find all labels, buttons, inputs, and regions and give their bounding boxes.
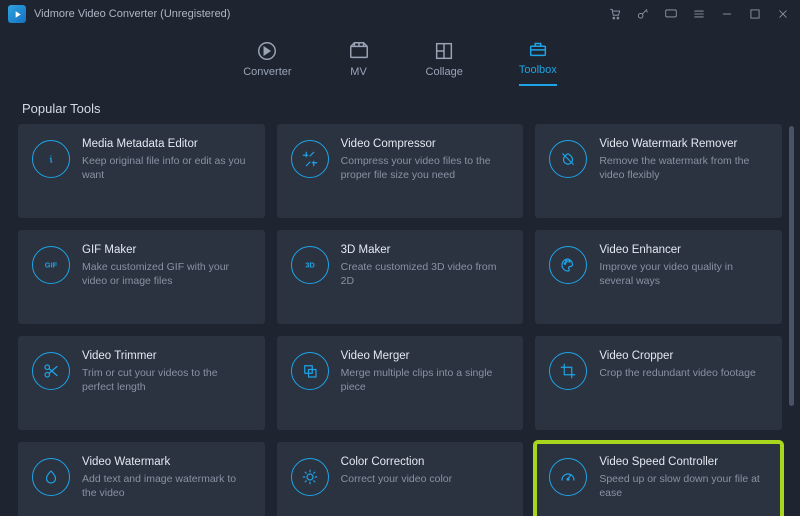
tool-desc: Speed up or slow down your file at ease bbox=[599, 472, 768, 500]
tool-gif-maker[interactable]: GIF GIF Maker Make customized GIF with y… bbox=[18, 230, 265, 324]
tab-label: MV bbox=[350, 66, 367, 78]
converter-icon bbox=[256, 40, 278, 62]
gauge-icon bbox=[549, 458, 587, 496]
3d-icon: 3D bbox=[291, 246, 329, 284]
tool-desc: Crop the redundant video footage bbox=[599, 366, 768, 380]
tool-title: GIF Maker bbox=[82, 244, 251, 256]
maximize-icon[interactable] bbox=[748, 7, 762, 21]
tool-title: Video Trimmer bbox=[82, 350, 251, 362]
svg-text:3D: 3D bbox=[305, 260, 315, 269]
tool-title: 3D Maker bbox=[341, 244, 510, 256]
tool-desc: Make customized GIF with your video or i… bbox=[82, 260, 251, 288]
tab-label: Collage bbox=[426, 66, 463, 78]
tool-desc: Compress your video files to the proper … bbox=[341, 154, 510, 182]
drop-icon bbox=[32, 458, 70, 496]
tool-video-merger[interactable]: Video Merger Merge multiple clips into a… bbox=[277, 336, 524, 430]
sun-icon bbox=[291, 458, 329, 496]
collage-icon bbox=[433, 40, 455, 62]
tool-color-correction[interactable]: Color Correction Correct your video colo… bbox=[277, 442, 524, 516]
tool-video-watermark[interactable]: Video Watermark Add text and image water… bbox=[18, 442, 265, 516]
tool-video-compressor[interactable]: Video Compressor Compress your video fil… bbox=[277, 124, 524, 218]
toolbox-icon bbox=[527, 38, 549, 60]
tool-desc: Improve your video quality in several wa… bbox=[599, 260, 768, 288]
tool-title: Video Compressor bbox=[341, 138, 510, 150]
tools-panel: Media Metadata Editor Keep original file… bbox=[0, 124, 800, 516]
svg-text:GIF: GIF bbox=[45, 260, 58, 269]
watermark-remove-icon bbox=[549, 140, 587, 178]
tool-desc: Merge multiple clips into a single piece bbox=[341, 366, 510, 394]
palette-icon bbox=[549, 246, 587, 284]
tool-video-enhancer[interactable]: Video Enhancer Improve your video qualit… bbox=[535, 230, 782, 324]
compress-icon bbox=[291, 140, 329, 178]
tool-media-metadata-editor[interactable]: Media Metadata Editor Keep original file… bbox=[18, 124, 265, 218]
merge-icon bbox=[291, 352, 329, 390]
tool-desc: Correct your video color bbox=[341, 472, 510, 486]
crop-icon bbox=[549, 352, 587, 390]
cart-icon[interactable] bbox=[608, 7, 622, 21]
tool-desc: Trim or cut your videos to the perfect l… bbox=[82, 366, 251, 394]
tab-mv[interactable]: MV bbox=[348, 40, 370, 86]
play-icon bbox=[12, 9, 23, 20]
tool-title: Video Cropper bbox=[599, 350, 768, 362]
tool-video-trimmer[interactable]: Video Trimmer Trim or cut your videos to… bbox=[18, 336, 265, 430]
tab-label: Converter bbox=[243, 66, 291, 78]
tool-video-cropper[interactable]: Video Cropper Crop the redundant video f… bbox=[535, 336, 782, 430]
tool-title: Video Speed Controller bbox=[599, 456, 768, 468]
tab-toolbox[interactable]: Toolbox bbox=[519, 38, 557, 86]
tool-title: Color Correction bbox=[341, 456, 510, 468]
key-icon[interactable] bbox=[636, 7, 650, 21]
tab-converter[interactable]: Converter bbox=[243, 40, 291, 86]
tool-title: Media Metadata Editor bbox=[82, 138, 251, 150]
feedback-icon[interactable] bbox=[664, 7, 678, 21]
tool-video-speed-controller[interactable]: Video Speed Controller Speed up or slow … bbox=[535, 442, 782, 516]
tab-label: Toolbox bbox=[519, 64, 557, 76]
tool-desc: Create customized 3D video from 2D bbox=[341, 260, 510, 288]
tool-3d-maker[interactable]: 3D 3D Maker Create customized 3D video f… bbox=[277, 230, 524, 324]
info-icon bbox=[32, 140, 70, 178]
tool-title: Video Merger bbox=[341, 350, 510, 362]
titlebar-controls bbox=[608, 7, 790, 21]
gif-icon: GIF bbox=[32, 246, 70, 284]
section-title: Popular Tools bbox=[0, 87, 800, 124]
close-icon[interactable] bbox=[776, 7, 790, 21]
tool-title: Video Enhancer bbox=[599, 244, 768, 256]
tool-watermark-remover[interactable]: Video Watermark Remover Remove the water… bbox=[535, 124, 782, 218]
titlebar: Vidmore Video Converter (Unregistered) bbox=[0, 0, 800, 28]
tool-desc: Remove the watermark from the video flex… bbox=[599, 154, 768, 182]
tool-title: Video Watermark bbox=[82, 456, 251, 468]
tool-desc: Keep original file info or edit as you w… bbox=[82, 154, 251, 182]
scrollbar[interactable] bbox=[789, 126, 794, 406]
tool-grid: Media Metadata Editor Keep original file… bbox=[18, 124, 782, 516]
top-navigation: Converter MV Collage Toolbox bbox=[0, 28, 800, 87]
app-title: Vidmore Video Converter (Unregistered) bbox=[34, 8, 230, 20]
mv-icon bbox=[348, 40, 370, 62]
app-logo bbox=[8, 5, 26, 23]
minimize-icon[interactable] bbox=[720, 7, 734, 21]
tool-title: Video Watermark Remover bbox=[599, 138, 768, 150]
tool-desc: Add text and image watermark to the vide… bbox=[82, 472, 251, 500]
tab-collage[interactable]: Collage bbox=[426, 40, 463, 86]
scissors-icon bbox=[32, 352, 70, 390]
menu-icon[interactable] bbox=[692, 7, 706, 21]
